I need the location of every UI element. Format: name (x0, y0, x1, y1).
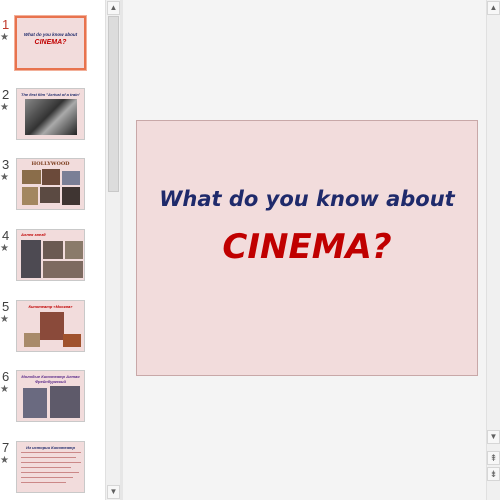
slide-entry-7[interactable]: 7 ★ Из истории Кинотеатр (0, 440, 105, 500)
slide-thumbnail-7[interactable]: Из истории Кинотеатр (16, 441, 85, 493)
slide-number: 1 (2, 17, 10, 32)
thumb-text: Из истории Кинотеатр (26, 445, 75, 450)
slide-entry-1[interactable]: 1 ★ What do you know about CINEMA? (0, 15, 105, 77)
thumbnail-scrollbar[interactable]: ▲ ▼ (105, 0, 120, 500)
photo (65, 241, 83, 259)
editor-scrollbar[interactable]: ▲ ▼ ⇞ ⇟ (486, 0, 500, 500)
photo (22, 187, 38, 205)
body-line (21, 467, 71, 468)
slide-number: 5 (2, 299, 10, 314)
transition-star-icon: ★ (0, 243, 9, 254)
thumb-text: Фрейнбургский (35, 379, 66, 384)
powerpoint-window: 1 ★ What do you know about CINEMA? 2 ★ T… (0, 0, 500, 500)
slide-entry-3[interactable]: 3 ★ HOLLYWOOD (0, 157, 105, 217)
thumb-text: Аллея звезд (21, 232, 46, 237)
body-line (21, 472, 79, 473)
slide-number: 2 (2, 87, 10, 102)
transition-star-icon: ★ (0, 384, 9, 395)
slide-entry-2[interactable]: 2 ★ The first film "Arrival of a train" (0, 87, 105, 147)
train-photo (25, 99, 77, 135)
photo (24, 333, 40, 347)
slide-number: 4 (2, 228, 10, 243)
scroll-up-icon[interactable]: ▲ (487, 1, 500, 15)
slide-thumbnail-5[interactable]: Кинотеатр «Москва» (16, 300, 85, 352)
scroll-up-icon[interactable]: ▲ (107, 1, 120, 15)
photo (63, 334, 81, 347)
thumb-text: HOLLYWOOD (31, 161, 70, 167)
slide-thumbnail-2[interactable]: The first film "Arrival of a train" (16, 88, 85, 140)
slide-title-line1[interactable]: What do you know about (137, 187, 477, 211)
slide-thumbnail-6[interactable]: Молодые Кинотеатр Алтая Фрейнбургский (16, 370, 85, 422)
next-slide-icon[interactable]: ⇟ (487, 467, 500, 481)
slide-entry-4[interactable]: 4 ★ Аллея звезд (0, 228, 105, 288)
slide-editor[interactable]: What do you know about CINEMA? (123, 0, 486, 500)
photo (43, 261, 83, 278)
scroll-down-icon[interactable]: ▼ (487, 430, 500, 444)
slide-thumbnail-pane[interactable]: 1 ★ What do you know about CINEMA? 2 ★ T… (0, 0, 105, 500)
body-line (21, 452, 81, 453)
body-line (21, 482, 66, 483)
transition-star-icon: ★ (0, 102, 9, 113)
body-line (21, 477, 73, 478)
slide-number: 6 (2, 369, 10, 384)
body-line (21, 457, 76, 458)
body-line (21, 462, 81, 463)
photo (21, 240, 41, 278)
photo (43, 241, 63, 259)
photo (50, 386, 80, 418)
slide-thumbnail-3[interactable]: HOLLYWOOD (16, 158, 85, 210)
slide-number: 7 (2, 440, 10, 455)
transition-star-icon: ★ (0, 455, 9, 466)
current-slide[interactable]: What do you know about CINEMA? (136, 120, 478, 376)
photo (62, 187, 80, 205)
slide-thumbnail-4[interactable]: Аллея звезд (16, 229, 85, 281)
thumb-text: Кинотеатр «Москва» (28, 304, 73, 309)
photo (22, 170, 41, 184)
slide-entry-6[interactable]: 6 ★ Молодые Кинотеатр Алтая Фрейнбургски… (0, 369, 105, 429)
transition-star-icon: ★ (0, 314, 9, 325)
transition-star-icon: ★ (0, 32, 9, 43)
photo (23, 388, 47, 418)
scrollbar-thumb[interactable] (108, 16, 119, 192)
previous-slide-icon[interactable]: ⇞ (487, 451, 500, 465)
scroll-down-icon[interactable]: ▼ (107, 485, 120, 499)
slide-thumbnail-1[interactable]: What do you know about CINEMA? (14, 15, 87, 71)
thumb-text: CINEMA? (34, 39, 67, 46)
slide-number: 3 (2, 157, 10, 172)
thumb-text: The first film "Arrival of a train" (21, 92, 80, 97)
photo (40, 187, 60, 203)
transition-star-icon: ★ (0, 172, 9, 183)
photo (62, 171, 80, 185)
photo (42, 169, 60, 185)
thumb-text: What do you know about (23, 32, 78, 37)
slide-entry-5[interactable]: 5 ★ Кинотеатр «Москва» (0, 299, 105, 359)
slide-title-line2[interactable]: CINEMA? (137, 227, 477, 267)
photo (40, 312, 64, 340)
